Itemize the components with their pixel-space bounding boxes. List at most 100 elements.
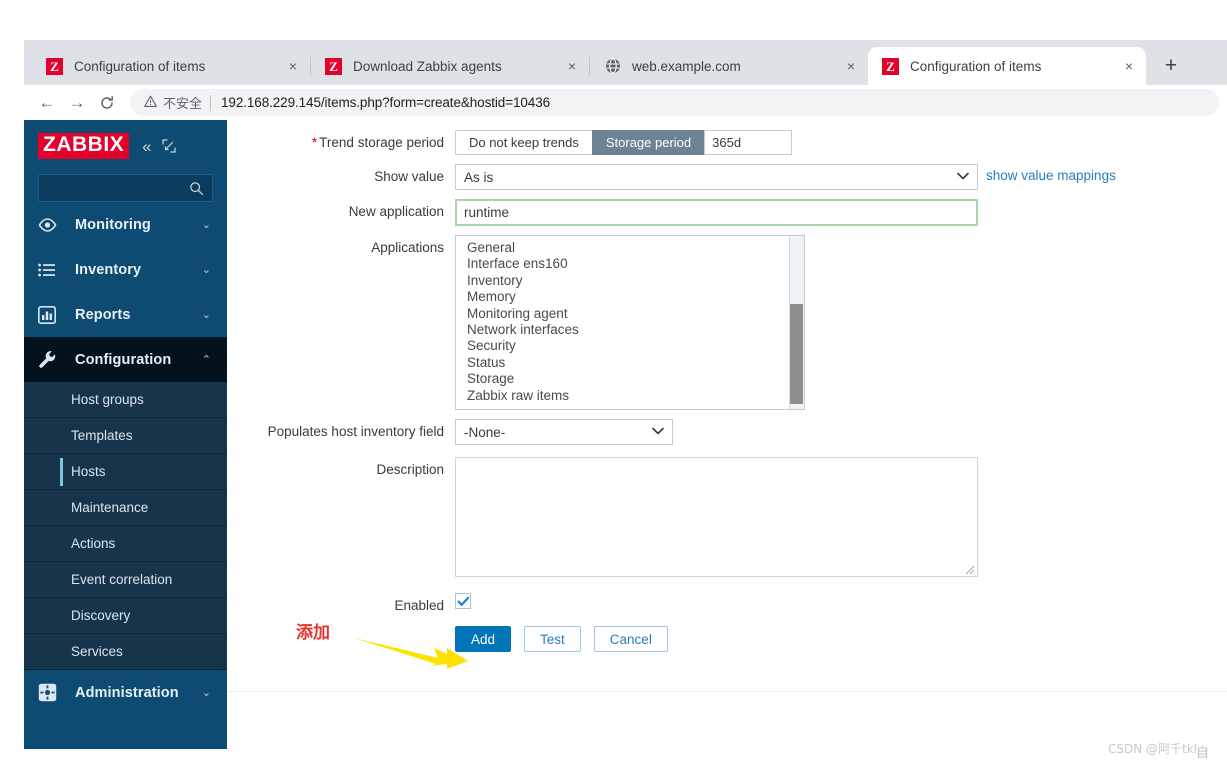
sidebar-subitem-label: Host groups xyxy=(71,392,144,407)
scrollbar-thumb[interactable] xyxy=(790,304,803,404)
chevron-up-icon: ⌃ xyxy=(201,354,211,366)
list-item[interactable]: Zabbix raw items xyxy=(456,388,804,404)
list-item[interactable]: General xyxy=(456,240,804,256)
sidebar-subitem-event-correlation[interactable]: Event correlation xyxy=(24,562,227,598)
sidebar-subitem-label: Event correlation xyxy=(71,572,173,587)
zabbix-page: ZABBIX « Monitoring ⌄ Inventory ⌄ Report… xyxy=(24,120,1227,749)
globe-icon xyxy=(604,58,621,75)
sidebar-subitem-label: Templates xyxy=(71,428,133,443)
sidebar-item-reports[interactable]: Reports ⌄ xyxy=(24,292,227,337)
sidebar-item-label: Reports xyxy=(75,306,131,323)
sidebar: ZABBIX « Monitoring ⌄ Inventory ⌄ Report… xyxy=(24,120,227,749)
tab-title: Configuration of items xyxy=(74,58,206,74)
sidebar-subitem-label: Actions xyxy=(71,536,116,551)
sidebar-subitem-label: Maintenance xyxy=(71,500,149,515)
browser-tab-4-active[interactable]: Z Configuration of items × xyxy=(868,47,1146,85)
listbox-scrollbar[interactable] xyxy=(789,236,804,409)
annotation-chinese-note: 添加 xyxy=(296,623,330,643)
sidebar-header: ZABBIX « xyxy=(24,120,227,172)
zabbix-logo[interactable]: ZABBIX xyxy=(38,133,130,159)
sidebar-item-label: Administration xyxy=(75,684,179,701)
cancel-button[interactable]: Cancel xyxy=(593,626,668,652)
show-value-selected: As is xyxy=(464,169,494,185)
browser-tab-3[interactable]: web.example.com × xyxy=(590,47,868,85)
url-path: /items.php?form=create&hostid=10436 xyxy=(320,95,551,110)
applications-label: Applications xyxy=(371,240,444,255)
close-icon[interactable]: × xyxy=(1118,55,1140,77)
form-row-inventory-field: Populates host inventory field -None- xyxy=(227,419,1227,445)
list-item[interactable]: Status xyxy=(456,355,804,371)
trend-storage-period-input[interactable]: 365d xyxy=(704,130,793,155)
list-item[interactable]: Storage xyxy=(456,371,804,387)
tab-strip: Z Configuration of items × Z Download Za… xyxy=(24,40,1227,85)
sidebar-subitem-templates[interactable]: Templates xyxy=(24,418,227,454)
enabled-label: Enabled xyxy=(394,598,444,613)
list-item[interactable]: Inventory xyxy=(456,273,804,289)
screenshot-root: Z Configuration of items × Z Download Za… xyxy=(0,0,1227,766)
enabled-checkbox[interactable] xyxy=(455,593,471,609)
sidebar-subitem-label: Services xyxy=(71,644,123,659)
required-marker: * xyxy=(311,135,318,150)
list-item[interactable]: Security xyxy=(456,338,804,354)
omnibox-divider xyxy=(210,94,212,111)
inventory-field-select[interactable]: -None- xyxy=(455,419,673,445)
close-icon[interactable]: × xyxy=(561,55,583,77)
list-icon xyxy=(38,263,64,277)
close-icon[interactable]: × xyxy=(282,55,304,77)
tab-title: Configuration of items xyxy=(910,58,1042,74)
expand-icon[interactable] xyxy=(162,139,176,153)
forward-button[interactable]: → xyxy=(62,88,92,118)
form-row-new-application: New application runtime xyxy=(227,199,1227,226)
gear-icon xyxy=(38,683,64,702)
new-application-input[interactable]: runtime xyxy=(455,199,978,226)
description-textarea[interactable] xyxy=(455,457,978,577)
show-value-select[interactable]: As is xyxy=(455,164,978,190)
show-value-mappings-link[interactable]: show value mappings xyxy=(986,164,1116,183)
sidebar-item-monitoring[interactable]: Monitoring ⌄ xyxy=(24,202,227,247)
sidebar-subitem-maintenance[interactable]: Maintenance xyxy=(24,490,227,526)
show-value-label: Show value xyxy=(374,169,444,184)
test-button[interactable]: Test xyxy=(524,626,581,652)
sidebar-subitem-services[interactable]: Services xyxy=(24,634,227,670)
sidebar-item-inventory[interactable]: Inventory ⌄ xyxy=(24,247,227,292)
applications-listbox[interactable]: General Interface ens160 Inventory Memor… xyxy=(455,235,805,410)
chevron-down-icon: ⌄ xyxy=(201,309,211,321)
close-icon[interactable]: × xyxy=(840,55,862,77)
storage-period-button[interactable]: Storage period xyxy=(591,130,705,155)
sidebar-subitem-actions[interactable]: Actions xyxy=(24,526,227,562)
list-item[interactable]: Monitoring agent xyxy=(456,306,804,322)
description-label: Description xyxy=(376,462,444,477)
list-item[interactable]: Network interfaces xyxy=(456,322,804,338)
new-tab-button[interactable]: + xyxy=(1152,49,1190,83)
search-icon xyxy=(190,181,204,195)
new-application-label: New application xyxy=(348,204,444,219)
eye-icon xyxy=(38,217,64,232)
collapse-sidebar-icon[interactable]: « xyxy=(142,138,151,155)
list-item[interactable]: Interface ens160 xyxy=(456,256,804,272)
sidebar-item-configuration[interactable]: Configuration ⌃ xyxy=(24,337,227,382)
form-row-description: Description xyxy=(227,457,1227,577)
sidebar-item-administration[interactable]: Administration ⌄ xyxy=(24,670,227,715)
sidebar-subitem-label: Hosts xyxy=(71,464,106,479)
sidebar-subitem-hosts[interactable]: Hosts xyxy=(24,454,227,490)
sidebar-subitem-host-groups[interactable]: Host groups xyxy=(24,382,227,418)
browser-tab-2[interactable]: Z Download Zabbix agents × xyxy=(311,47,589,85)
chevron-down-icon: ⌄ xyxy=(201,687,211,699)
security-status-label: 不安全 xyxy=(163,96,203,111)
search-input[interactable] xyxy=(38,174,213,202)
do-not-keep-trends-button[interactable]: Do not keep trends xyxy=(455,130,592,155)
list-item[interactable]: Memory xyxy=(456,289,804,305)
reload-button[interactable] xyxy=(92,88,122,118)
trend-storage-segmented-control: Do not keep trends Storage period xyxy=(455,130,705,155)
sidebar-subitem-label: Discovery xyxy=(71,608,131,623)
configuration-submenu: Host groups Templates Hosts Maintenance … xyxy=(24,382,227,670)
inventory-field-selected: -None- xyxy=(464,424,506,440)
sidebar-subitem-discovery[interactable]: Discovery xyxy=(24,598,227,634)
browser-tab-1[interactable]: Z Configuration of items × xyxy=(32,47,310,85)
browser-chrome: Z Configuration of items × Z Download Za… xyxy=(24,40,1227,120)
tab-title: Download Zabbix agents xyxy=(353,58,502,74)
back-button[interactable]: ← xyxy=(32,88,62,118)
address-bar[interactable]: 不安全 192.168.229.145/items.php?form=creat… xyxy=(130,89,1219,116)
wrench-icon xyxy=(38,350,64,369)
inventory-field-label: Populates host inventory field xyxy=(267,424,444,439)
